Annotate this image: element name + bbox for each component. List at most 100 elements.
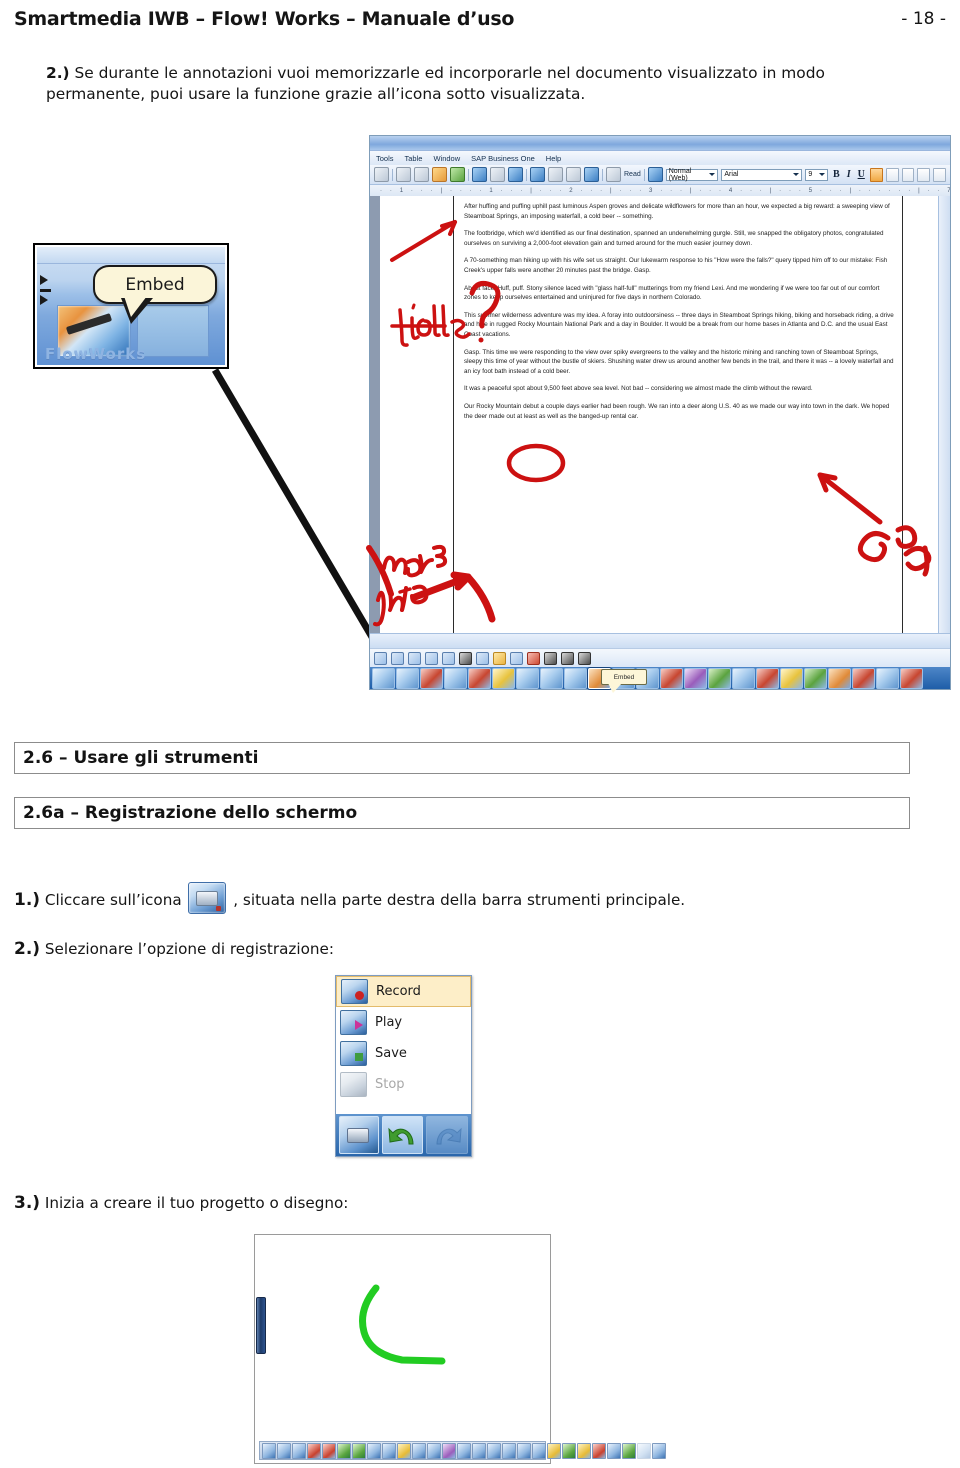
italic-button[interactable]: I bbox=[845, 169, 853, 180]
copy-icon[interactable] bbox=[414, 167, 429, 182]
tool-icon-highlighter[interactable] bbox=[756, 667, 779, 689]
tool-icon-ruler[interactable] bbox=[708, 667, 731, 689]
canvas-tool-marker-icon[interactable] bbox=[442, 1442, 456, 1459]
tool-icon-measure[interactable] bbox=[564, 667, 587, 689]
tool-icon-annotate[interactable] bbox=[420, 667, 443, 689]
canvas-tool-brush-icon[interactable] bbox=[427, 1442, 441, 1459]
line-style-icon[interactable] bbox=[544, 651, 557, 665]
table-icon[interactable] bbox=[548, 167, 563, 182]
menu-item-sap-business-one[interactable]: SAP Business One bbox=[471, 154, 535, 163]
format-painter-icon[interactable] bbox=[450, 167, 465, 182]
arrow-tool-icon[interactable] bbox=[425, 651, 438, 665]
standard-toolbar[interactable]: Read Normal (Web) Arial 9 B I U bbox=[370, 165, 950, 185]
undo-icon[interactable] bbox=[472, 167, 487, 182]
arrow-style-icon[interactable] bbox=[578, 651, 591, 665]
menu-bar[interactable]: Tools Table Window SAP Business One Help bbox=[370, 151, 950, 165]
canvas-tool-text-icon[interactable] bbox=[502, 1442, 516, 1459]
canvas-toolbar[interactable] bbox=[259, 1441, 666, 1460]
canvas-tool-refresh-icon[interactable] bbox=[337, 1442, 351, 1459]
align-right-button[interactable] bbox=[901, 167, 915, 182]
line-tool-icon[interactable] bbox=[374, 651, 387, 665]
menu-item-tools[interactable]: Tools bbox=[376, 154, 394, 163]
insert-picture-icon[interactable] bbox=[476, 651, 489, 665]
align-left-button[interactable] bbox=[869, 167, 883, 182]
chevron-down-icon[interactable] bbox=[709, 173, 716, 176]
tool-icon-select[interactable] bbox=[372, 667, 395, 689]
menu-item-table[interactable]: Table bbox=[405, 154, 423, 163]
record-menu-item-record[interactable]: Record bbox=[336, 976, 471, 1007]
read-icon[interactable] bbox=[606, 167, 621, 182]
canvas-tool-pen-icon[interactable] bbox=[277, 1442, 291, 1459]
tool-icon-screen[interactable] bbox=[540, 667, 563, 689]
flowworks-shape-toolbar[interactable] bbox=[370, 648, 950, 667]
undo-arrow-button[interactable] bbox=[381, 1116, 424, 1154]
tool-icon-hand[interactable] bbox=[492, 667, 515, 689]
canvas-tool-line-icon[interactable] bbox=[487, 1442, 501, 1459]
menu-item-help[interactable]: Help bbox=[546, 154, 561, 163]
canvas-tool-palette-icon[interactable] bbox=[577, 1442, 591, 1459]
record-panel-toolbar[interactable] bbox=[336, 1114, 471, 1156]
tool-icon-camera[interactable] bbox=[876, 667, 899, 689]
canvas-side-handle[interactable] bbox=[256, 1297, 266, 1354]
tool-icon-shapes[interactable] bbox=[852, 667, 875, 689]
canvas-tool-select-icon[interactable] bbox=[262, 1442, 276, 1459]
tool-icon-board[interactable] bbox=[396, 667, 419, 689]
tool-icon-spotlight[interactable] bbox=[468, 667, 491, 689]
record-options-panel[interactable]: Record Play Save Stop bbox=[335, 975, 472, 1157]
canvas-tool-spotlight-icon[interactable] bbox=[322, 1442, 336, 1459]
chevron-down-icon[interactable] bbox=[819, 173, 826, 176]
window-titlebar[interactable] bbox=[370, 136, 950, 151]
columns-icon[interactable] bbox=[566, 167, 581, 182]
style-dropdown[interactable]: Normal (Web) bbox=[665, 168, 719, 182]
tool-icon-pencil[interactable] bbox=[732, 667, 755, 689]
permission-icon[interactable] bbox=[374, 167, 389, 182]
font-color-icon[interactable] bbox=[527, 651, 540, 665]
tool-icon-layers[interactable] bbox=[804, 667, 827, 689]
tool-icon-cloud[interactable] bbox=[516, 667, 539, 689]
fill-color-icon[interactable] bbox=[493, 651, 506, 665]
tool-icon-marker[interactable] bbox=[684, 667, 707, 689]
document-canvas[interactable]: After huffing and puffing uphill past lu… bbox=[370, 196, 950, 634]
tool-icon-brush[interactable] bbox=[660, 667, 683, 689]
line-spacing-button[interactable] bbox=[933, 167, 946, 182]
paste-icon[interactable] bbox=[432, 167, 447, 182]
canvas-tool-hand-icon[interactable] bbox=[397, 1442, 411, 1459]
redo-icon[interactable] bbox=[508, 167, 523, 182]
vertical-scrollbar[interactable] bbox=[938, 196, 950, 634]
canvas-tool-ruler-icon[interactable] bbox=[457, 1442, 471, 1459]
camera-icon[interactable] bbox=[339, 1116, 379, 1154]
hyperlink-icon[interactable] bbox=[530, 167, 545, 182]
menu-item-window[interactable]: Window bbox=[433, 154, 460, 163]
flowworks-main-toolbar[interactable]: Embed bbox=[370, 667, 950, 693]
tool-icon-magnifier[interactable] bbox=[444, 667, 467, 689]
ellipse-tool-icon[interactable] bbox=[391, 651, 404, 665]
canvas-tool-shape-icon[interactable] bbox=[517, 1442, 531, 1459]
align-justify-button[interactable] bbox=[917, 167, 931, 182]
canvas-tool-export-icon[interactable] bbox=[622, 1442, 636, 1459]
document-page[interactable]: After huffing and puffing uphill past lu… bbox=[453, 196, 903, 634]
record-menu-item-save[interactable]: Save bbox=[336, 1038, 471, 1069]
screen-recorder-icon[interactable] bbox=[188, 882, 227, 914]
read-button-label[interactable]: Read bbox=[624, 171, 641, 178]
styles-icon[interactable] bbox=[647, 167, 663, 182]
chevron-down-icon[interactable] bbox=[793, 173, 800, 176]
canvas-tool-undo-icon[interactable] bbox=[352, 1442, 366, 1459]
rectangle-tool-icon[interactable] bbox=[408, 651, 421, 665]
canvas-tool-screen-icon[interactable] bbox=[412, 1442, 426, 1459]
canvas-tool-annotate-icon[interactable] bbox=[307, 1442, 321, 1459]
record-menu-item-play[interactable]: Play bbox=[336, 1007, 471, 1038]
canvas-tool-magnifier-icon[interactable] bbox=[367, 1442, 381, 1459]
tool-icon-settings[interactable] bbox=[900, 667, 923, 689]
canvas-tool-highlighter-icon[interactable] bbox=[547, 1442, 561, 1459]
tool-icon-eraser[interactable] bbox=[780, 667, 803, 689]
canvas-tool-board-icon[interactable] bbox=[292, 1442, 306, 1459]
canvas-tool-zoom-icon[interactable] bbox=[382, 1442, 396, 1459]
image-tool-icon[interactable] bbox=[459, 651, 472, 665]
align-center-button[interactable] bbox=[885, 167, 899, 182]
drawing-icon[interactable] bbox=[584, 167, 599, 182]
line-color-icon[interactable] bbox=[510, 651, 523, 665]
canvas-tool-layers-icon[interactable] bbox=[562, 1442, 576, 1459]
canvas-tool-eraser-icon[interactable] bbox=[532, 1442, 546, 1459]
undo-dropdown-icon[interactable] bbox=[490, 167, 505, 182]
dash-style-icon[interactable] bbox=[561, 651, 574, 665]
